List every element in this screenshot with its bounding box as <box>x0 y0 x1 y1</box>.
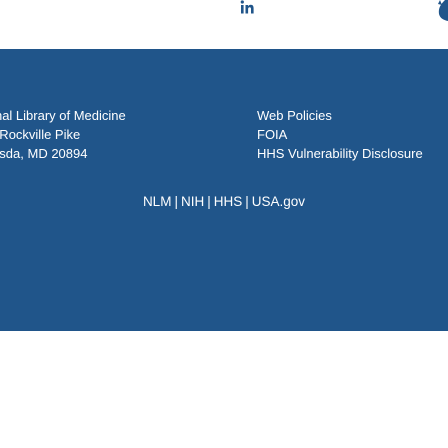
address-street: 600 Rockville Pike <box>0 127 81 142</box>
usa-gov-link[interactable]: USA.gov <box>252 194 305 209</box>
linkedin-link[interactable] <box>240 0 254 22</box>
web-policies-link[interactable]: Web Policies <box>257 106 423 125</box>
separator: | <box>174 194 178 209</box>
policy-links: Web Policies FOIA HHS Vulnerability Disc… <box>257 106 423 163</box>
foia-link[interactable]: FOIA <box>257 125 423 144</box>
nlm-link[interactable]: NLM <box>143 194 172 209</box>
hhs-vulnerability-disclosure-link[interactable]: HHS Vulnerability Disclosure <box>257 144 423 163</box>
address-city: ethesda, MD 20894 <box>0 146 88 161</box>
site-footer: ational Library of Medicine 600 Rockvill… <box>0 49 448 331</box>
top-band <box>0 0 448 49</box>
nih-link[interactable]: NIH <box>181 194 204 209</box>
separator: | <box>207 194 211 209</box>
page-bottom <box>0 331 448 448</box>
github-icon <box>419 0 448 27</box>
address-org: ational Library of Medicine <box>0 108 126 123</box>
separator: | <box>245 194 249 209</box>
linkedin-icon <box>240 0 254 19</box>
hhs-link[interactable]: HHS <box>214 194 243 209</box>
address-block: ational Library of Medicine 600 Rockvill… <box>0 106 126 163</box>
github-link[interactable] <box>419 0 448 22</box>
agency-links: NLM | NIH | HHS | USA.gov <box>0 194 448 209</box>
